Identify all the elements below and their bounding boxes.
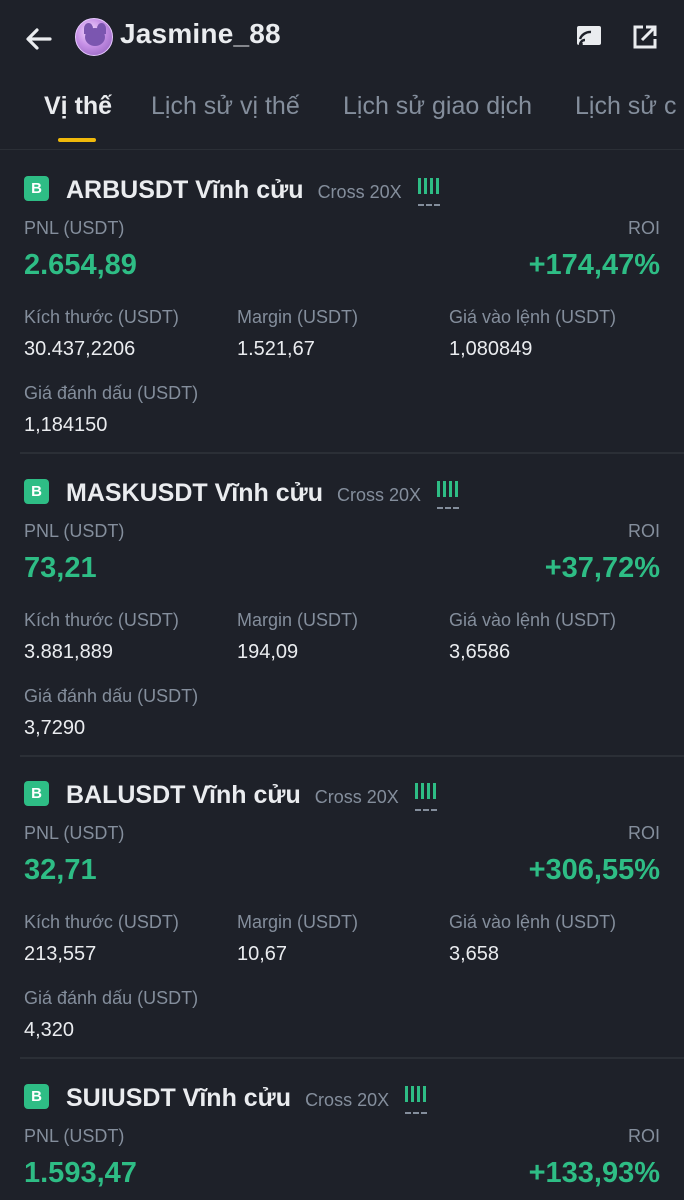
size-value: 3.881,889 xyxy=(24,641,113,663)
tab-trade-history[interactable]: Lịch sử giao dịch xyxy=(343,92,532,121)
size-value: 213,557 xyxy=(24,943,97,965)
pnl-value: 32,71 xyxy=(24,854,97,886)
side-badge: B xyxy=(24,781,49,806)
entry-price-label: Giá vào lệnh (USDT) xyxy=(449,307,617,327)
margin-label: Margin (USDT) xyxy=(237,610,359,630)
size-label: Kích thước (USDT) xyxy=(24,610,179,630)
roi-value: +306,55% xyxy=(528,854,660,886)
position-card[interactable]: B MASKUSDT Vĩnh cửu Cross 20X PNL (USDT) … xyxy=(0,453,684,755)
username[interactable]: Jasmine_88 xyxy=(120,18,281,50)
side-badge: B xyxy=(24,479,49,504)
mark-price-value: 1,184150 xyxy=(24,414,108,436)
size-value: 30.437,2206 xyxy=(24,338,136,360)
margin-value: 1.521,67 xyxy=(237,338,315,360)
margin-mode: Cross 20X xyxy=(317,182,402,202)
symbol-name: SUIUSDT Vĩnh cửu xyxy=(66,1084,292,1112)
entry-price-value: 3,658 xyxy=(449,943,500,965)
cast-icon[interactable] xyxy=(574,22,604,52)
roi-label: ROI xyxy=(627,823,660,843)
symbol-name: BALUSDT Vĩnh cửu xyxy=(66,781,301,809)
symbol-row[interactable]: SUIUSDT Vĩnh cửu Cross 20X xyxy=(66,1080,429,1114)
entry-price-value: 1,080849 xyxy=(449,338,533,360)
position-card[interactable]: B SUIUSDT Vĩnh cửu Cross 20X PNL (USDT) R… xyxy=(0,1058,684,1200)
symbol-row[interactable]: BALUSDT Vĩnh cửu Cross 20X xyxy=(66,777,439,811)
margin-mode: Cross 20X xyxy=(305,1090,390,1110)
mark-price-label: Giá đánh dấu (USDT) xyxy=(24,988,199,1008)
adl-indicator-icon[interactable] xyxy=(414,777,439,811)
symbol-name: MASKUSDT Vĩnh cửu xyxy=(66,479,323,507)
roi-value: +37,72% xyxy=(544,552,660,584)
margin-mode: Cross 20X xyxy=(337,485,422,505)
tab-bar: Vị thế Lịch sử vị thế Lịch sử giao dịch … xyxy=(0,76,684,150)
pnl-value: 73,21 xyxy=(24,552,97,584)
tab-positions[interactable]: Vị thế xyxy=(44,92,112,121)
position-card[interactable]: B ARBUSDT Vĩnh cửu Cross 20X PNL (USDT) R… xyxy=(0,150,684,452)
adl-indicator-icon[interactable] xyxy=(437,475,461,509)
margin-label: Margin (USDT) xyxy=(237,307,359,327)
pnl-value: 1.593,47 xyxy=(24,1157,137,1189)
tab-more-history[interactable]: Lịch sử c xyxy=(575,92,677,121)
back-arrow-icon[interactable] xyxy=(22,22,56,56)
positions-screen: Jasmine_88 Vị thế Lịch sử vị thế Lịch sử… xyxy=(0,0,684,1200)
roi-label: ROI xyxy=(627,218,660,238)
entry-price-label: Giá vào lệnh (USDT) xyxy=(449,912,617,932)
mark-price-label: Giá đánh dấu (USDT) xyxy=(24,686,199,706)
pnl-label: PNL (USDT) xyxy=(24,218,125,238)
margin-mode: Cross 20X xyxy=(314,787,399,807)
pnl-label: PNL (USDT) xyxy=(24,1126,125,1146)
pnl-label: PNL (USDT) xyxy=(24,823,125,843)
margin-value: 10,67 xyxy=(237,943,288,965)
adl-indicator-icon[interactable] xyxy=(417,172,442,206)
roi-label: ROI xyxy=(627,521,660,541)
adl-indicator-icon[interactable] xyxy=(405,1080,429,1114)
roi-value: +133,93% xyxy=(528,1157,660,1189)
mark-price-value: 4,320 xyxy=(24,1019,75,1041)
entry-price-label: Giá vào lệnh (USDT) xyxy=(449,610,617,630)
pnl-value: 2.654,89 xyxy=(24,249,137,281)
share-icon[interactable] xyxy=(630,22,660,52)
symbol-row[interactable]: MASKUSDT Vĩnh cửu Cross 20X xyxy=(66,475,461,509)
margin-label: Margin (USDT) xyxy=(237,912,359,932)
roi-value: +174,47% xyxy=(528,249,660,281)
mark-price-label: Giá đánh dấu (USDT) xyxy=(24,383,199,403)
margin-value: 194,09 xyxy=(237,641,299,663)
size-label: Kích thước (USDT) xyxy=(24,307,179,327)
mark-price-value: 3,7290 xyxy=(24,717,86,739)
side-badge: B xyxy=(24,176,49,201)
symbol-name: ARBUSDT Vĩnh cửu xyxy=(66,176,304,204)
tab-position-history[interactable]: Lịch sử vị thế xyxy=(151,92,300,121)
active-tab-indicator xyxy=(58,138,96,142)
header: Jasmine_88 xyxy=(0,0,684,76)
position-card[interactable]: B BALUSDT Vĩnh cửu Cross 20X PNL (USDT) R… xyxy=(0,755,684,1057)
roi-label: ROI xyxy=(627,1126,660,1146)
size-label: Kích thước (USDT) xyxy=(24,912,179,932)
side-badge: B xyxy=(24,1084,49,1109)
symbol-row[interactable]: ARBUSDT Vĩnh cửu Cross 20X xyxy=(66,172,442,206)
entry-price-value: 3,6586 xyxy=(449,641,511,663)
avatar[interactable] xyxy=(75,18,113,56)
pnl-label: PNL (USDT) xyxy=(24,521,125,541)
